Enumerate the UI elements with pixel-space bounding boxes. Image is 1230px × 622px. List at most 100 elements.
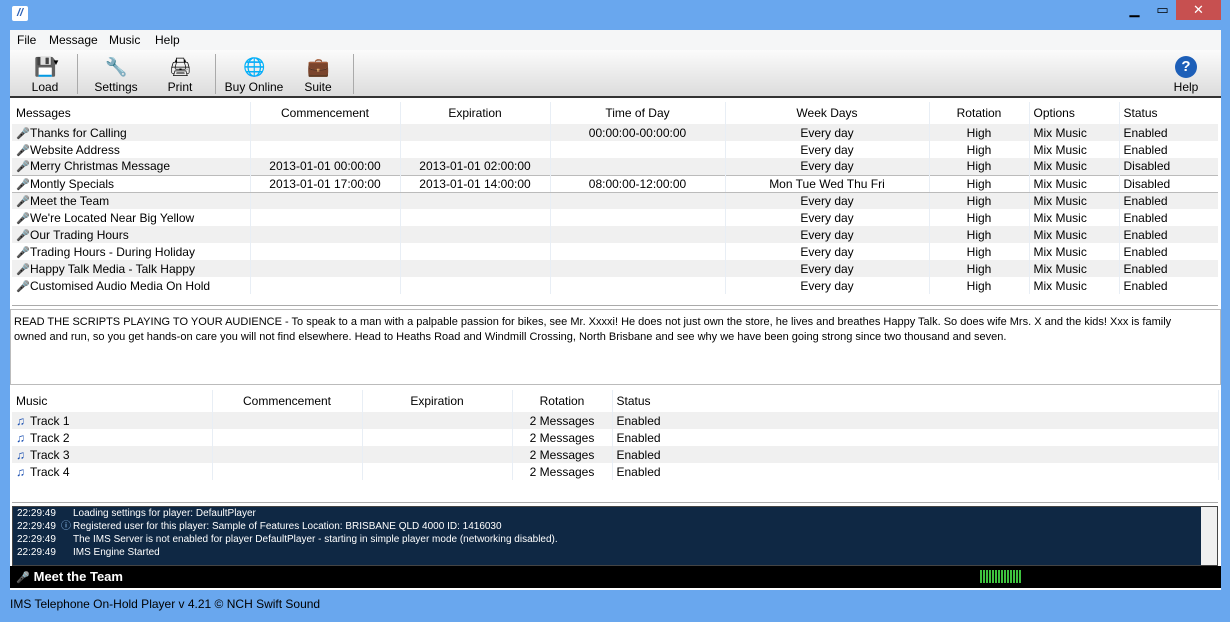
table-row[interactable]: 🎤Customised Audio Media On Hold Every day… [12, 277, 1218, 294]
log-scrollbar[interactable] [1201, 507, 1217, 565]
maximize-button[interactable]: ▭ [1150, 0, 1175, 20]
briefcase-icon: 💼 [307, 57, 330, 77]
microphone-icon: 🎤 [16, 280, 30, 293]
music-row[interactable]: ♫ Track 1 2 Messages Enabled [12, 412, 1219, 429]
print-button[interactable]: 🖨 Print [158, 50, 202, 96]
column-header-week-days[interactable]: Week Days [725, 102, 930, 124]
cell [550, 209, 726, 226]
music-column-header-status[interactable]: Status [612, 390, 1219, 412]
column-header-messages[interactable]: Messages [12, 102, 251, 124]
cell-text: Mix Music [1033, 193, 1087, 208]
column-header-commencement[interactable]: Commencement [250, 102, 401, 124]
cell-text: Track 1 [30, 413, 70, 428]
menu-help[interactable]: Help [155, 33, 180, 47]
cell [250, 141, 401, 158]
buy-online-button[interactable]: 🌐 Buy Online [222, 50, 286, 96]
microphone-icon: 🎤 [16, 144, 30, 157]
column-header-time-of-day[interactable]: Time of Day [550, 102, 726, 124]
table-row[interactable]: 🎤Our Trading Hours Every day High Mix Music… [12, 226, 1218, 243]
table-row[interactable]: 🎤Trading Hours - During Holiday Every day… [12, 243, 1218, 260]
cell: Mon Tue Wed Thu Fri [725, 174, 930, 193]
cell [400, 260, 551, 277]
music-row[interactable]: ♫ Track 3 2 Messages Enabled [12, 446, 1219, 463]
table-row[interactable]: 🎤Happy Talk Media - Talk Happy Every day H… [12, 260, 1218, 277]
cell [362, 412, 513, 429]
cell: 2013-01-01 14:00:00 [400, 174, 551, 193]
cell-text: High [966, 159, 992, 174]
table-row[interactable]: 🎤We're Located Near Big Yellow Every day H… [12, 209, 1218, 226]
cell-text: Disabled [1123, 159, 1171, 174]
table-row[interactable]: 🎤Website Address Every day High Mix Music En… [12, 141, 1218, 158]
cell-text: Every day [800, 227, 854, 242]
cell-text: Every day [800, 261, 854, 276]
music-column-header-rotation[interactable]: Rotation [512, 390, 613, 412]
music-row[interactable]: ♫ Track 2 2 Messages Enabled [12, 429, 1219, 446]
cell-text: Mix Music [1033, 159, 1087, 174]
table-row[interactable]: 🎤Merry Christmas Message 2013-01-01 00:00… [12, 158, 1218, 175]
cell-text: Mix Music [1033, 142, 1087, 157]
cell [362, 446, 513, 463]
cell: Enabled [1119, 243, 1218, 260]
microphone-icon: 🎤 [16, 572, 30, 584]
table-row[interactable]: 🎤Meet the Team Every day High Mix Music Enab… [12, 192, 1218, 209]
cell-text: 2013-01-01 02:00:00 [419, 159, 531, 174]
music-column-header-expiration[interactable]: Expiration [362, 390, 513, 412]
column-header-rotation[interactable]: Rotation [929, 102, 1030, 124]
menu-music[interactable]: Music [109, 33, 140, 47]
cell [212, 429, 363, 446]
cell: High [929, 243, 1030, 260]
load-dropdown-arrow-icon[interactable]: ▼ [52, 58, 60, 67]
music-column-header-music[interactable]: Music [12, 390, 213, 412]
music-note-icon: ♫ [16, 430, 25, 445]
cell: Mix Music [1029, 260, 1120, 277]
close-button[interactable]: ✕ [1176, 0, 1221, 20]
cell-text: Enabled [616, 430, 661, 445]
cell: Enabled [1119, 226, 1218, 243]
cell-text: High [966, 278, 992, 293]
menu-message[interactable]: Message [49, 33, 98, 47]
cell-text: Mix Music [1033, 210, 1087, 225]
music-column-header-commencement[interactable]: Commencement [212, 390, 363, 412]
menu-file[interactable]: File [17, 33, 36, 47]
cell: Mix Music [1029, 174, 1120, 193]
cell: Enabled [1119, 192, 1218, 209]
cell-text: Mon Tue Wed Thu Fri [769, 176, 885, 191]
cell: 08:00:00-12:00:00 [550, 174, 726, 193]
table-row[interactable]: 🎤Montly Specials 2013-01-01 17:00:00 2013-… [12, 174, 1218, 193]
cell [212, 412, 363, 429]
help-question-icon: ? [1175, 56, 1197, 78]
cell-text: Enabled [1123, 227, 1168, 242]
cell-text: Enabled [1123, 261, 1168, 276]
cell: Mix Music [1029, 209, 1120, 226]
cell-text: 2 Messages [529, 413, 595, 428]
column-header-expiration[interactable]: Expiration [400, 102, 551, 124]
cell [550, 226, 726, 243]
cell-text: Mix Music [1033, 227, 1087, 242]
cell-text: High [966, 227, 992, 242]
cell-text: Our Trading Hours [30, 227, 129, 242]
cell-text: We're Located Near Big Yellow [30, 210, 195, 225]
help-button[interactable]: ? Help [1168, 50, 1204, 96]
cell [550, 260, 726, 277]
settings-button[interactable]: 🔧 Settings [88, 50, 144, 96]
column-header-options[interactable]: Options [1029, 102, 1120, 124]
table-row[interactable]: 🎤Thanks for Calling 00:00:00-00:00:00 Ever… [12, 124, 1218, 141]
cell-text: Every day [800, 125, 854, 140]
app-icon[interactable]: // [12, 6, 28, 21]
cell: Enabled [1119, 209, 1218, 226]
cell-text: High [966, 176, 992, 191]
cell-text: Trading Hours - During Holiday [30, 244, 195, 259]
printer-icon: 🖨 [169, 57, 192, 77]
microphone-icon: 🎤 [16, 212, 30, 225]
cell-text: Thanks for Calling [30, 125, 127, 140]
music-row[interactable]: ♫ Track 4 2 Messages Enabled [12, 463, 1219, 480]
suite-button[interactable]: 💼 Suite [298, 50, 338, 96]
column-header-status[interactable]: Status [1119, 102, 1218, 124]
cell-text: Track 3 [30, 447, 70, 462]
cell [362, 429, 513, 446]
script-text-area[interactable]: READ THE SCRIPTS PLAYING TO YOUR AUDIENC… [10, 309, 1221, 385]
minimize-button[interactable]: ▁ [1122, 0, 1147, 20]
load-button[interactable]: 💾 Load [20, 50, 70, 96]
cell: Mix Music [1029, 226, 1120, 243]
log-entry: 22:29:49 The IMS Server is not enabled fo… [17, 533, 1217, 546]
